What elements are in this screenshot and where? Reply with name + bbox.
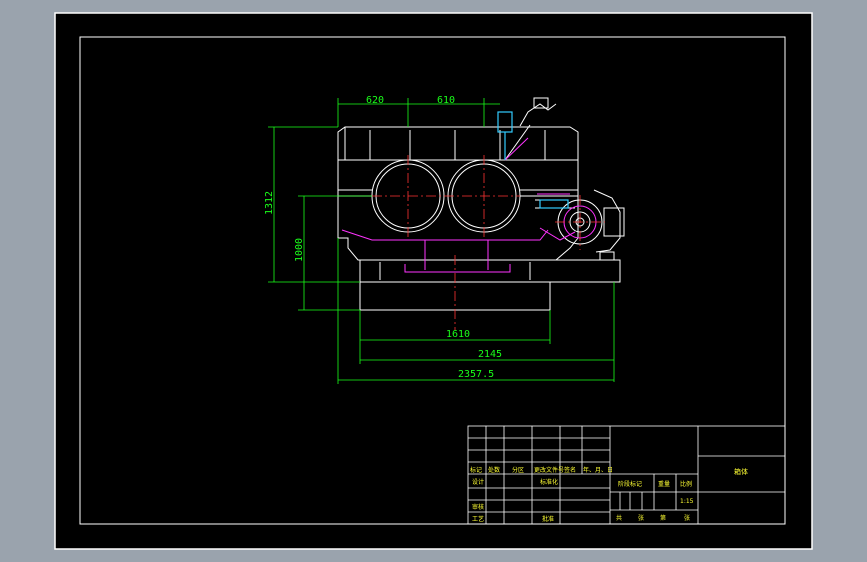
dim-1000: 1000 bbox=[294, 238, 305, 262]
tb-col-doc: 更改文件号 bbox=[534, 466, 564, 474]
tb-col-sign: 签名 bbox=[564, 466, 576, 474]
dim-610: 610 bbox=[437, 95, 455, 106]
tb-row-design: 设计 bbox=[472, 478, 484, 486]
tb-stage-mark: 阶段标记 bbox=[618, 480, 642, 488]
cad-canvas: 620 610 1312 1000 1610 2145 2357.5 标记 处数… bbox=[54, 12, 813, 550]
dim-620: 620 bbox=[366, 95, 384, 106]
tb-col-mark: 标记 bbox=[470, 466, 482, 474]
dim-1312: 1312 bbox=[264, 191, 275, 215]
tb-drawing-name: 箱体 bbox=[734, 467, 748, 476]
dim-1610: 1610 bbox=[446, 329, 470, 340]
tb-row-process: 工艺 bbox=[472, 515, 484, 523]
tb-row-approve: 批准 bbox=[542, 515, 554, 523]
tb-col-zone: 分区 bbox=[512, 466, 524, 474]
tb-sheet-unit-1: 张 bbox=[638, 514, 644, 522]
dim-2145: 2145 bbox=[478, 349, 502, 360]
tb-weight: 重量 bbox=[658, 480, 670, 488]
tb-row-check: 审核 bbox=[472, 503, 484, 511]
tb-sheet-unit-2: 张 bbox=[684, 514, 690, 522]
tb-scale-label: 比例 bbox=[680, 480, 692, 488]
drawing-sheet bbox=[54, 12, 813, 550]
tb-sheet-of: 第 bbox=[660, 514, 666, 522]
tb-col-date: 年、月、日 bbox=[583, 466, 613, 474]
dim-2357: 2357.5 bbox=[458, 369, 494, 380]
tb-sheet-total: 共 bbox=[616, 514, 622, 522]
tb-col-count: 处数 bbox=[488, 466, 500, 474]
tb-row-standard: 标准化 bbox=[540, 478, 558, 486]
tb-scale-value: 1:15 bbox=[680, 498, 694, 505]
